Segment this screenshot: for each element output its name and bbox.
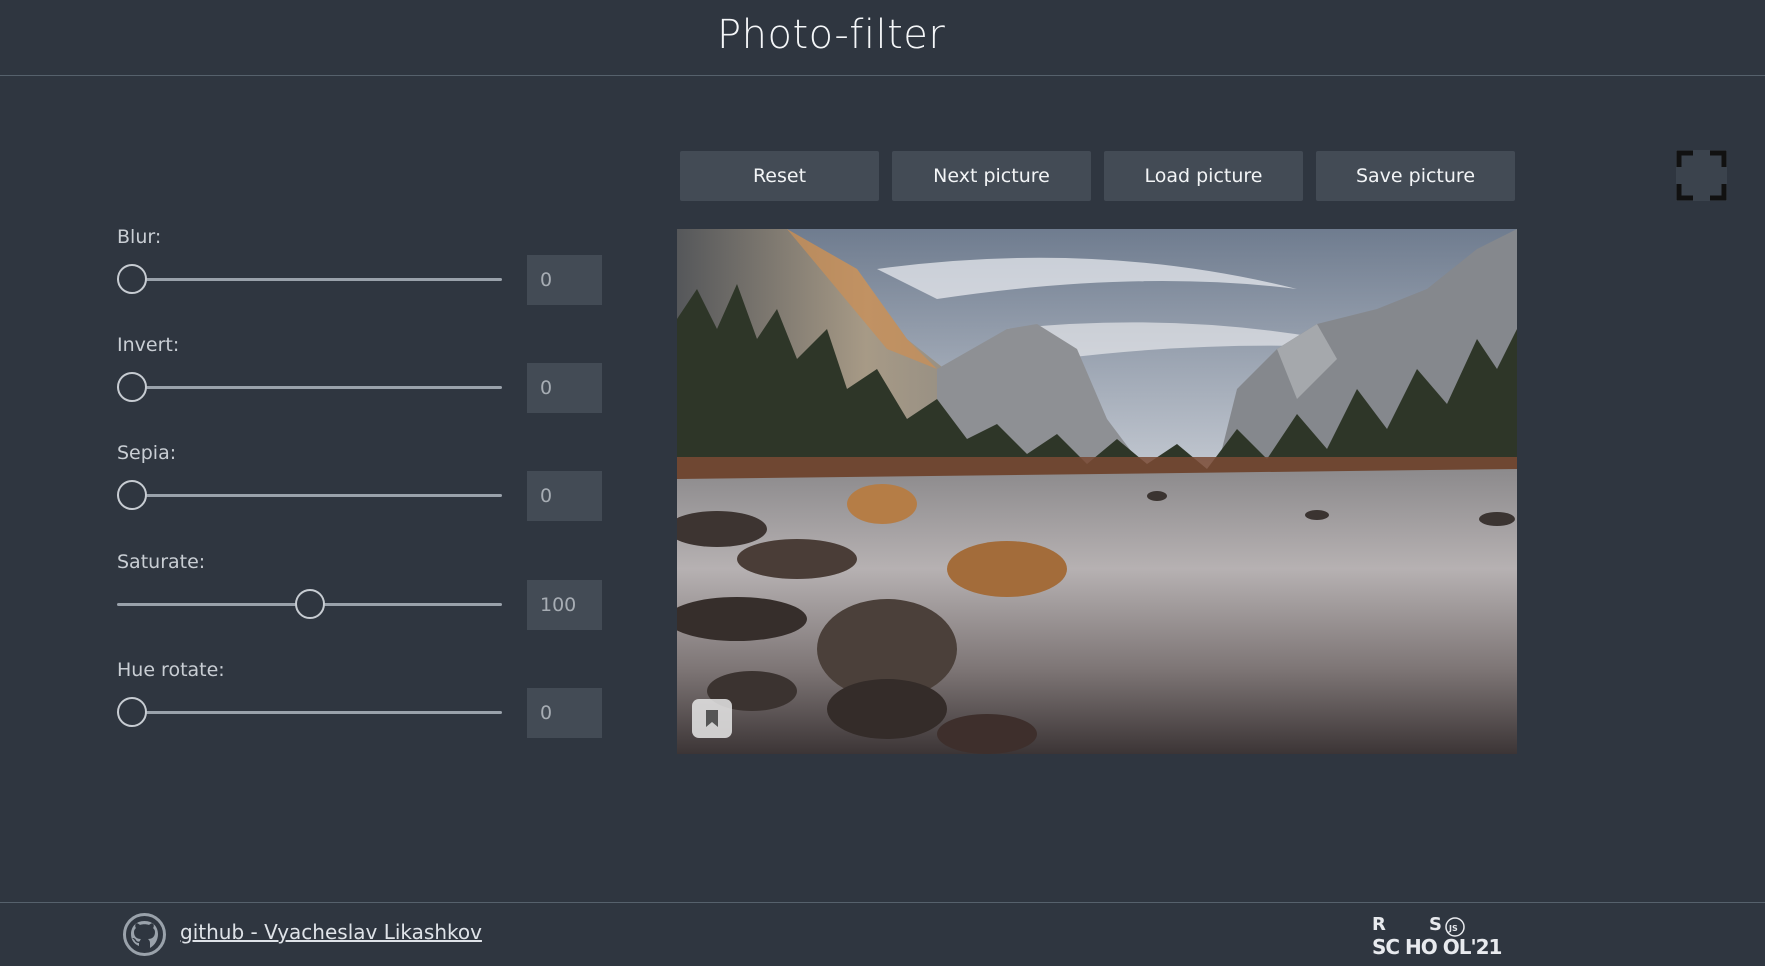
reset-button[interactable]: Reset <box>680 151 879 201</box>
saturate-slider-thumb[interactable] <box>295 589 325 619</box>
invert-value[interactable]: 0 <box>527 363 602 413</box>
logo-school-text: SC HO OL'21 <box>1372 935 1502 959</box>
fullscreen-icon <box>1676 150 1727 201</box>
rs-school-logo[interactable]: R S JS SC HO OL'21 <box>1370 913 1510 961</box>
fullscreen-button[interactable] <box>1676 150 1727 201</box>
save-picture-button[interactable]: Save picture <box>1316 151 1515 201</box>
invert-slider-thumb[interactable] <box>117 372 147 402</box>
hue-rotate-value[interactable]: 0 <box>527 688 602 738</box>
bookmark-icon <box>706 710 718 727</box>
bookmark-button[interactable] <box>692 699 732 738</box>
logo-js: JS <box>1448 924 1458 933</box>
logo-letter-r: R <box>1372 914 1386 935</box>
sepia-slider-track[interactable] <box>117 494 502 497</box>
invert-label: Invert: <box>117 334 180 356</box>
next-picture-button[interactable]: Next picture <box>892 151 1091 201</box>
page-title: Photo-filter <box>717 12 946 58</box>
landscape-image <box>677 229 1517 754</box>
github-icon[interactable] <box>122 912 167 957</box>
blur-slider-track[interactable] <box>117 278 502 281</box>
hue-rotate-label: Hue rotate: <box>117 659 225 681</box>
github-link[interactable]: github - Vyacheslav Likashkov <box>180 920 482 944</box>
header: Photo-filter <box>0 0 1765 76</box>
sepia-value[interactable]: 0 <box>527 471 602 521</box>
sepia-label: Sepia: <box>117 442 177 464</box>
sepia-slider-thumb[interactable] <box>117 480 147 510</box>
hue-rotate-slider-thumb[interactable] <box>117 697 147 727</box>
blur-value[interactable]: 0 <box>527 255 602 305</box>
hue-rotate-slider-track[interactable] <box>117 711 502 714</box>
saturate-value[interactable]: 100 <box>527 580 602 630</box>
footer: github - Vyacheslav Likashkov R S JS SC … <box>0 902 1765 966</box>
blur-label: Blur: <box>117 226 162 248</box>
saturate-label: Saturate: <box>117 551 206 573</box>
logo-letter-s: S <box>1429 914 1442 935</box>
blur-slider-thumb[interactable] <box>117 264 147 294</box>
invert-slider-track[interactable] <box>117 386 502 389</box>
load-picture-button[interactable]: Load picture <box>1104 151 1303 201</box>
photo <box>677 229 1517 754</box>
